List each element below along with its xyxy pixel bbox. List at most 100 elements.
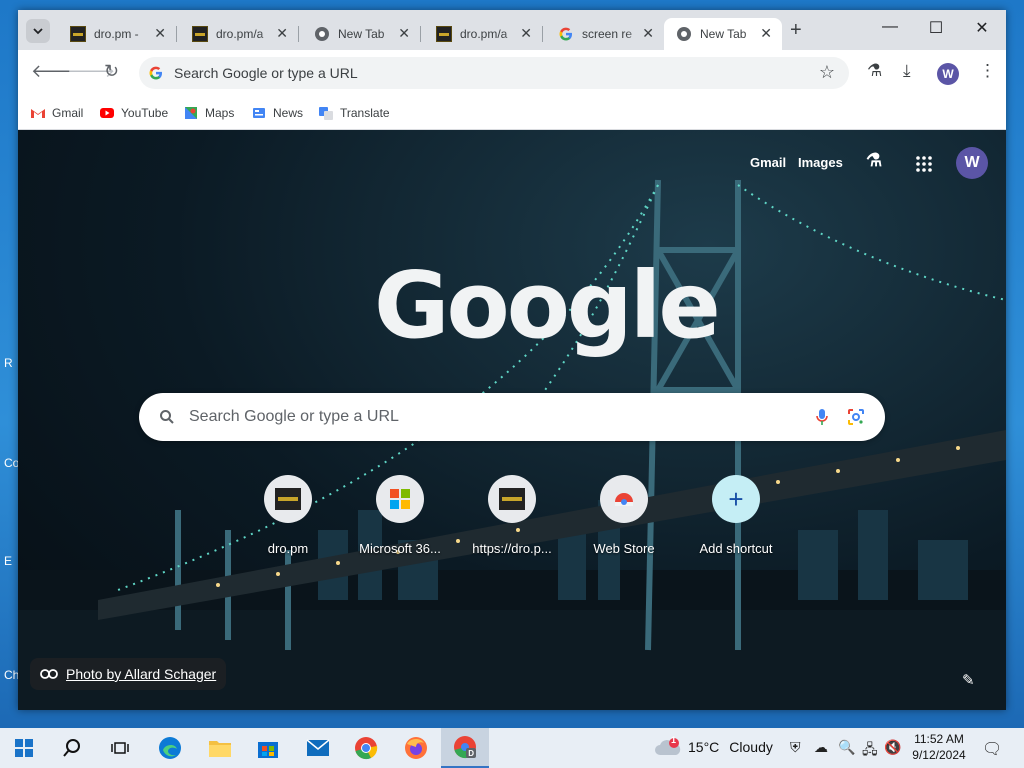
bookmark-star-icon[interactable]: ☆ <box>819 62 835 83</box>
google-logo: Google <box>374 252 721 359</box>
tab-title: New Tab <box>700 27 747 41</box>
chevron-down-icon <box>33 28 43 35</box>
close-icon[interactable]: ✕ <box>154 25 166 42</box>
labs-flask-icon[interactable]: ⚗ <box>867 61 882 81</box>
bookmark-maps[interactable]: Maps <box>183 105 234 121</box>
add-shortcut-button[interactable]: + Add shortcut <box>680 475 792 556</box>
tab-search-button[interactable] <box>26 19 50 43</box>
taskbar-edge[interactable] <box>146 728 194 768</box>
close-icon[interactable]: ✕ <box>760 25 772 42</box>
tab-title: screen re <box>582 27 633 41</box>
profile-avatar[interactable]: W <box>956 147 988 179</box>
clock-time: 11:52 AM <box>914 732 964 746</box>
taskbar-mail[interactable] <box>294 728 342 768</box>
ntp-search-box[interactable]: Search Google or type a URL <box>139 393 885 441</box>
chrome-icon <box>315 27 329 41</box>
minimize-button[interactable]: — <box>867 18 913 36</box>
shortcut-label: Microsoft 36... <box>359 541 441 556</box>
shortcut-web-store[interactable]: Web Store <box>568 475 680 556</box>
start-button[interactable] <box>0 728 48 768</box>
network-icon[interactable]: 🖧 <box>862 739 878 763</box>
mail-icon <box>306 739 330 756</box>
edge-icon <box>159 737 181 759</box>
translate-icon <box>319 107 333 120</box>
tab-dro-pm[interactable]: dro.pm - ✕ <box>58 18 176 50</box>
close-icon[interactable]: ✕ <box>520 25 532 42</box>
tab-new-tab-active[interactable]: New Tab ✕ <box>664 18 782 50</box>
bookmark-translate[interactable]: Translate <box>318 105 390 121</box>
shortcut-microsoft-365[interactable]: Microsoft 36... <box>344 475 456 556</box>
new-tab-button[interactable]: + <box>790 19 802 42</box>
new-tab-page: Gmail Images ⚗ W Google Search Google or… <box>18 130 1006 710</box>
images-link[interactable]: Images <box>798 155 843 170</box>
task-view-icon <box>111 742 129 754</box>
shortcut-dro-pm-url[interactable]: https://dro.p... <box>456 475 568 556</box>
task-view-button[interactable] <box>96 728 144 768</box>
bookmark-gmail[interactable]: Gmail <box>30 105 83 121</box>
download-icon[interactable]: ⤓ <box>903 61 911 81</box>
maps-icon <box>185 107 197 119</box>
google-g-icon <box>149 66 162 80</box>
google-lens-icon[interactable] <box>847 408 865 426</box>
photo-credit-text[interactable]: Photo by Allard Schager <box>66 666 216 682</box>
tab-screen-recording[interactable]: screen re ✕ <box>546 18 664 50</box>
close-icon[interactable]: ✕ <box>398 25 410 42</box>
tab-title: New Tab <box>338 27 385 41</box>
customize-pencil-icon[interactable]: ✎ <box>962 671 975 689</box>
close-icon[interactable]: ✕ <box>642 25 654 42</box>
volume-muted-icon[interactable]: 🔇 <box>884 739 901 756</box>
taskbar-chrome[interactable] <box>342 728 390 768</box>
taskbar-chrome-dev[interactable]: D <box>441 728 489 768</box>
close-window-button[interactable]: ✕ <box>959 18 1005 38</box>
microsoft-365-icon <box>390 489 410 509</box>
taskbar-store[interactable] <box>244 728 292 768</box>
gmail-icon <box>31 109 45 118</box>
bookmark-youtube[interactable]: YouTube <box>99 105 168 121</box>
system-clock[interactable]: 11:52 AM 9/12/2024 <box>904 731 974 763</box>
tab-new-tab[interactable]: New Tab ✕ <box>302 18 420 50</box>
bookmark-news[interactable]: News <box>251 105 303 121</box>
tab-strip: dro.pm - ✕ dro.pm/a ✕ New Tab ✕ dro.pm/a… <box>18 10 1006 50</box>
web-store-icon <box>615 493 633 506</box>
voice-search-icon[interactable] <box>815 408 829 426</box>
bookmarks-bar: Gmail YouTube Maps News Translate <box>18 96 1006 130</box>
bookmark-label: Gmail <box>52 106 84 120</box>
address-bar[interactable]: Search Google or type a URL ☆ <box>139 57 849 89</box>
toolbar: 🡐 🡒 ↻ Search Google or type a URL ☆ ⚗ ⤓ … <box>18 50 1006 96</box>
search-key-icon[interactable]: 🔍 <box>838 739 855 756</box>
maximize-button[interactable]: ☐ <box>913 18 959 38</box>
profile-avatar[interactable]: W <box>937 63 959 85</box>
photo-credit[interactable]: Photo by Allard Schager <box>30 658 227 690</box>
store-icon <box>258 742 278 758</box>
notifications-icon[interactable]: 🗨 <box>982 739 1002 759</box>
windows-logo-icon <box>15 739 33 757</box>
security-icon[interactable]: ⛨ <box>790 739 801 756</box>
shortcut-label: dro.pm <box>267 541 309 556</box>
google-g-icon <box>559 27 572 41</box>
close-icon[interactable]: ✕ <box>276 25 288 42</box>
tab-dro-pm-a-2[interactable]: dro.pm/a ✕ <box>424 18 542 50</box>
bookmark-label: YouTube <box>121 106 169 120</box>
desktop-icon-label: E <box>4 554 13 568</box>
menu-kebab-icon[interactable]: ⋮ <box>979 61 996 81</box>
plus-icon: + <box>728 484 744 514</box>
taskbar-file-explorer[interactable] <box>196 728 244 768</box>
clock-date: 9/12/2024 <box>912 748 966 762</box>
apps-grid-icon[interactable] <box>916 156 932 172</box>
labs-flask-icon[interactable]: ⚗ <box>866 150 882 171</box>
tab-dro-pm-a[interactable]: dro.pm/a ✕ <box>180 18 298 50</box>
news-icon <box>253 108 265 118</box>
gmail-link[interactable]: Gmail <box>750 155 786 170</box>
shortcut-label: Web Store <box>593 541 655 556</box>
weather-condition: Cloudy <box>729 739 773 755</box>
dro-pm-icon <box>70 26 86 42</box>
onedrive-icon[interactable]: ☁ <box>814 739 828 756</box>
bookmark-label: News <box>273 106 304 120</box>
taskbar-firefox[interactable] <box>392 728 440 768</box>
reload-button[interactable]: ↻ <box>104 61 119 82</box>
youtube-icon <box>100 108 114 118</box>
bookmark-label: Maps <box>205 106 235 120</box>
weather-widget[interactable]: 1 15°C Cloudy <box>654 735 773 756</box>
shortcut-dro-pm[interactable]: dro.pm <box>232 475 344 556</box>
taskbar-search-button[interactable] <box>48 728 96 768</box>
